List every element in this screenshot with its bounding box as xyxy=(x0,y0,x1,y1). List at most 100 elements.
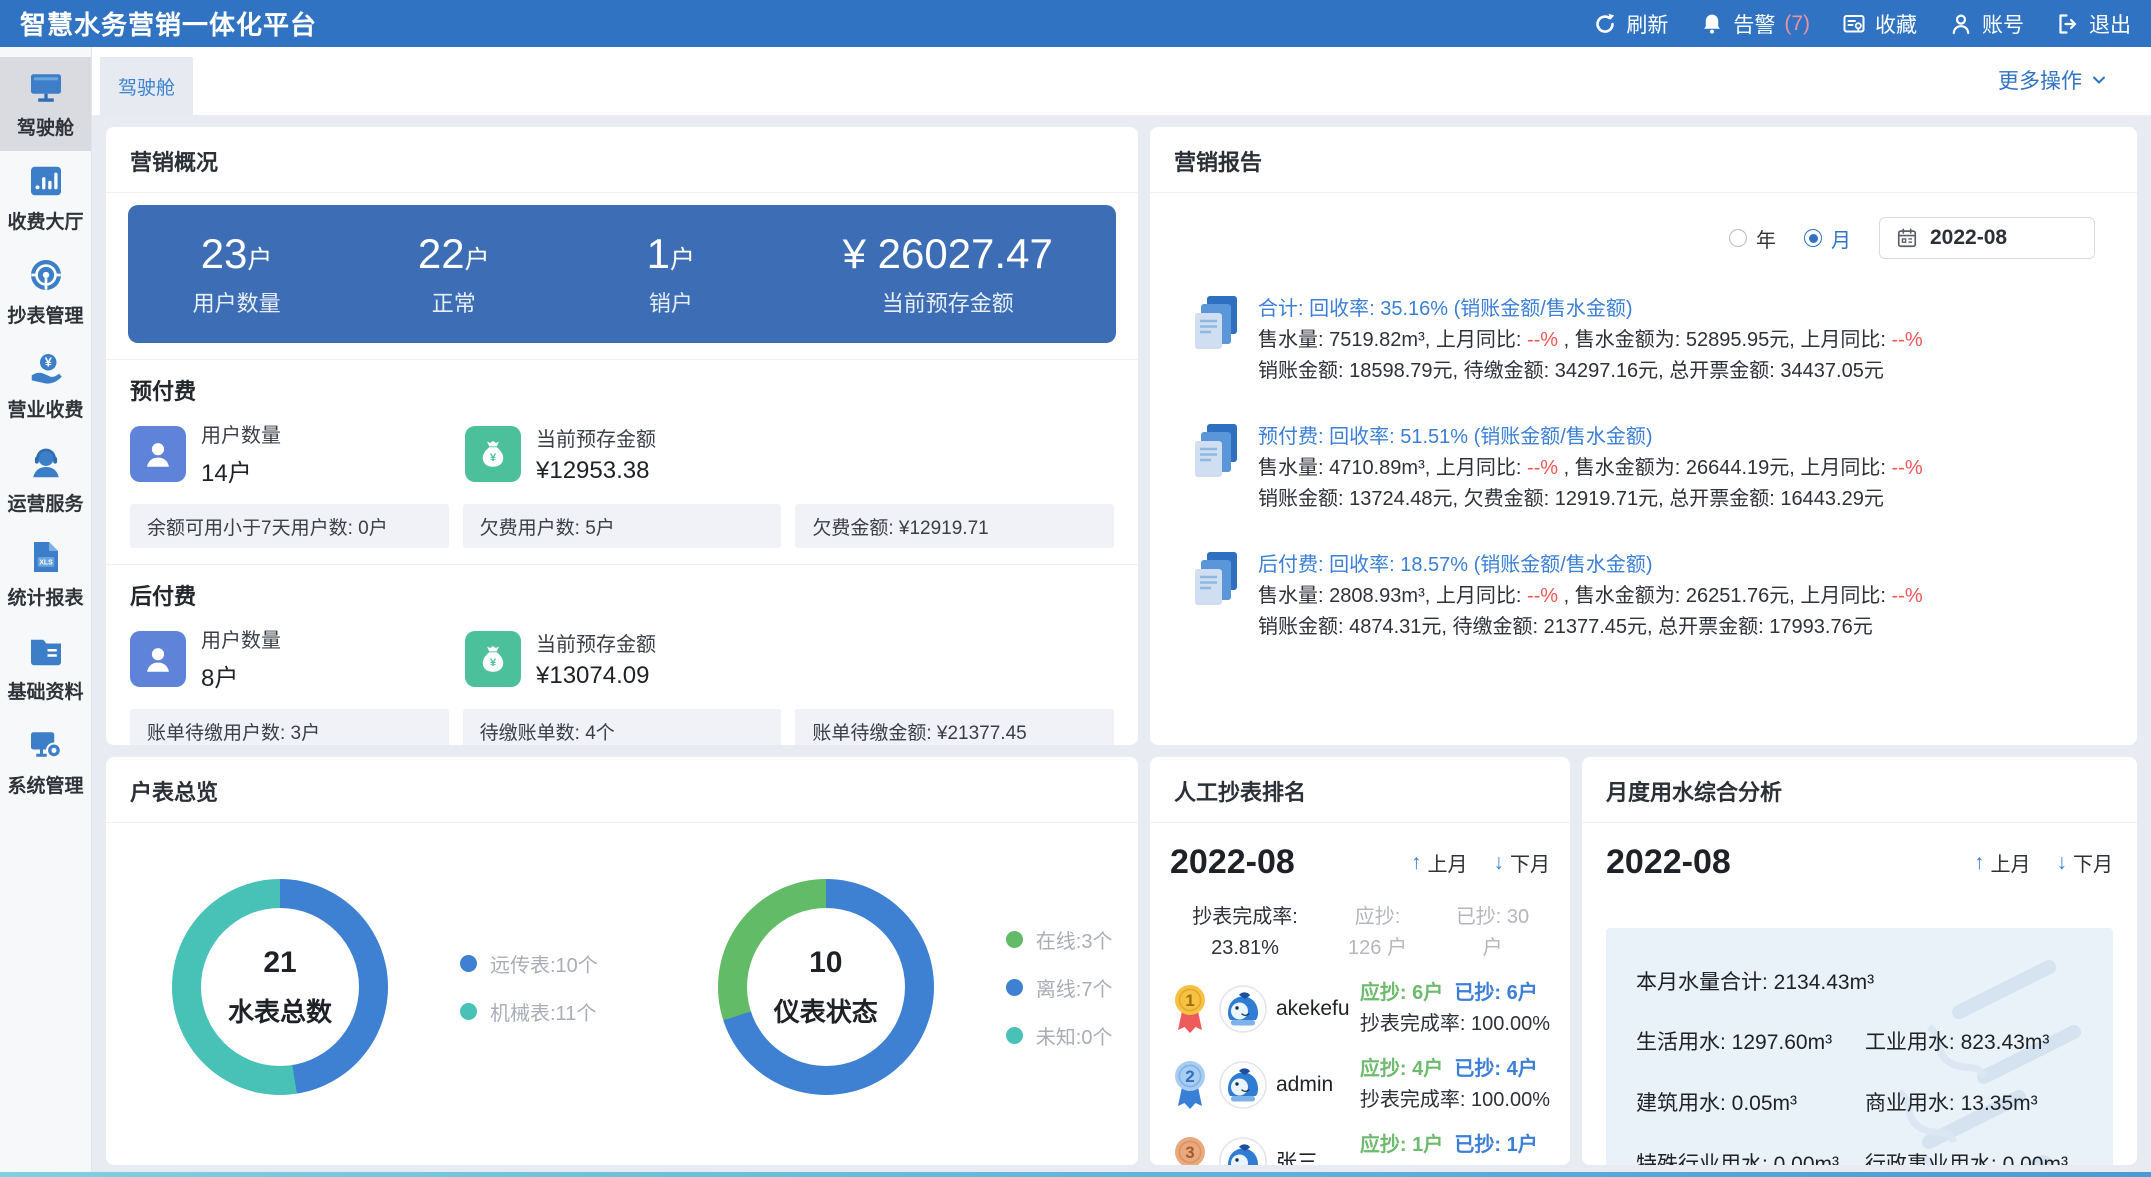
report-item-total: 合计: 回收率: 35.16% (销账金额/售水金额) 售水量: 7519.82… xyxy=(1192,294,2113,387)
mom-change: --% xyxy=(1892,585,1923,607)
radio-month[interactable]: 月 xyxy=(1804,224,1851,253)
alarm-label: 告警 xyxy=(1733,9,1775,39)
svg-text:¥: ¥ xyxy=(44,354,52,369)
next-month-button[interactable]: ↓ 下月 xyxy=(1494,848,1551,877)
mom-change: --% xyxy=(1527,585,1558,607)
monthly-total: 本月水量合计: 2134.43m³ xyxy=(1636,966,2083,996)
sidebar-item-label: 系统管理 xyxy=(7,771,83,798)
arrow-up-icon: ↑ xyxy=(1974,851,1985,875)
bell-icon xyxy=(1700,12,1724,36)
alarm-count-badge: (7) xyxy=(1784,12,1810,36)
sidebar-item-basic-data[interactable]: 基础资料 xyxy=(0,621,91,715)
favorite-label: 收藏 xyxy=(1875,9,1917,39)
date-value: 2022-08 xyxy=(1930,226,2007,250)
svg-text:¥: ¥ xyxy=(490,452,497,464)
logout-button[interactable]: 退出 xyxy=(2056,9,2131,39)
account-label: 账号 xyxy=(1982,9,2024,39)
usage-commercial: 商业用水: 13.35m³ xyxy=(1865,1087,2083,1117)
user-badge-icon xyxy=(130,631,186,687)
panel-title: 月度用水综合分析 xyxy=(1582,757,2137,823)
bookmark-icon xyxy=(1842,12,1866,36)
sidebar-item-meter-reading[interactable]: 抄表管理 xyxy=(0,245,91,339)
report-controls: 年 月 2022-08 xyxy=(1192,217,2095,259)
metric-unpaid-users: 账单待缴用户数: 3户 xyxy=(130,709,449,745)
rank-user-name: akekefu xyxy=(1276,997,1351,1021)
prepaid-stats: 用户数量 14户 ¥ 当前预存金额 ¥12953.38 xyxy=(130,419,1114,488)
rank-user-name: 张三 xyxy=(1276,1146,1351,1165)
tab-dashboard[interactable]: 驾驶舱 xyxy=(100,57,193,115)
legend-item-unknown[interactable]: 未知:0个 xyxy=(1006,1021,1113,1050)
tab-bar: 驾驶舱 更多操作 xyxy=(92,47,2151,115)
water-meter-donut-chart: 21 水表总数 xyxy=(172,879,388,1095)
postpaid-section-title: 后付费 xyxy=(130,579,1114,611)
panel-title: 户表总览 xyxy=(106,757,1138,823)
refresh-label: 刷新 xyxy=(1626,9,1668,39)
done-count: 已抄: 1户 xyxy=(1454,1134,1537,1156)
donut-total: 10 xyxy=(809,946,842,980)
radio-circle xyxy=(1804,229,1822,247)
ranking-row: 3 张三 应抄: 1户 已抄: 1户 抄表完成率: 100.00% xyxy=(1170,1130,1550,1165)
done-total: 已抄: 30 户 xyxy=(1435,902,1550,964)
date-picker[interactable]: 2022-08 xyxy=(1879,217,2095,259)
usage-special: 特殊行业用水: 0.00m³ xyxy=(1636,1148,1865,1165)
legend-item-mechanical[interactable]: 机械表:11个 xyxy=(460,997,598,1026)
metric-arrears-amount: 欠费金额: ¥12919.71 xyxy=(795,504,1114,548)
due-count: 应抄: 4户 xyxy=(1360,1058,1443,1080)
water-meter-legend: 远传表:10个 机械表:11个 xyxy=(460,949,598,1026)
sidebar-item-business-toll[interactable]: ¥ 营业收费 xyxy=(0,339,91,433)
due-count: 应抄: 6户 xyxy=(1360,982,1443,1004)
refresh-button[interactable]: 刷新 xyxy=(1593,9,1668,39)
xls-file-icon: XLS xyxy=(28,539,64,575)
rank-user-name: admin xyxy=(1276,1073,1351,1097)
favorite-button[interactable]: 收藏 xyxy=(1842,9,1917,39)
radio-year[interactable]: 年 xyxy=(1729,224,1776,253)
panel-title: 人工抄表排名 xyxy=(1150,757,1570,823)
more-actions-dropdown[interactable]: 更多操作 xyxy=(1998,65,2109,95)
account-button[interactable]: 账号 xyxy=(1949,9,2024,39)
header-actions: 刷新 告警 (7) 收藏 账号 退出 xyxy=(1593,9,2131,39)
done-count: 已抄: 4户 xyxy=(1454,1058,1537,1080)
headset-agent-icon xyxy=(28,445,64,481)
sidebar-item-operation-service[interactable]: 运营服务 xyxy=(0,433,91,527)
legend-item-online[interactable]: 在线:3个 xyxy=(1006,925,1113,954)
meter-overview-panel: 户表总览 21 水表总数 远传表:10个 机械表:11个 xyxy=(106,757,1138,1165)
svg-text:3: 3 xyxy=(1185,1143,1194,1162)
alarm-button[interactable]: 告警 (7) xyxy=(1700,9,1810,39)
prev-month-button[interactable]: ↑ 上月 xyxy=(1411,848,1468,877)
sidebar-item-system-management[interactable]: 系统管理 xyxy=(0,715,91,809)
legend-item-remote[interactable]: 远传表:10个 xyxy=(460,949,598,978)
avatar xyxy=(1219,985,1267,1033)
panel-title: 营销概况 xyxy=(106,127,1138,193)
legend-dot xyxy=(1006,1027,1023,1044)
sidebar-item-toll-hall[interactable]: 收费大厅 xyxy=(0,151,91,245)
monitor-icon xyxy=(28,69,64,105)
steering-wheel-icon xyxy=(28,257,64,293)
metric-low-balance: 余额可用小于7天用户数: 0户 xyxy=(130,504,449,548)
next-month-button[interactable]: ↓ 下月 xyxy=(2057,848,2114,877)
radio-circle xyxy=(1729,229,1747,247)
prepaid-metrics: 余额可用小于7天用户数: 0户 欠费用户数: 5户 欠费金额: ¥12919.7… xyxy=(130,504,1114,548)
sidebar-item-label: 运营服务 xyxy=(7,489,83,516)
ranking-summary: 抄表完成率:23.81% 应抄: 126 户 已抄: 30 户 xyxy=(1170,902,1550,964)
avatar xyxy=(1219,1137,1267,1165)
svg-text:1: 1 xyxy=(1185,991,1194,1010)
prev-month-button[interactable]: ↑ 上月 xyxy=(1974,848,2031,877)
postpaid-stats: 用户数量 8户 ¥ 当前预存金额 ¥13074.09 xyxy=(130,624,1114,693)
prepaid-user-stat: 用户数量 14户 xyxy=(130,419,465,488)
mom-change: --% xyxy=(1527,457,1558,479)
completion-rate: 23.81% xyxy=(1211,937,1279,959)
avatar xyxy=(1219,1061,1267,1109)
legend-item-offline[interactable]: 离线:7个 xyxy=(1006,973,1113,1002)
silver-medal-icon: 2 xyxy=(1170,1059,1210,1111)
sidebar-item-dashboard[interactable]: 驾驶舱 xyxy=(0,57,91,151)
refresh-icon xyxy=(1593,12,1617,36)
postpaid-user-stat: 用户数量 8户 xyxy=(130,624,465,693)
metric-arrears-users: 欠费用户数: 5户 xyxy=(463,504,782,548)
metric-unpaid-amount: 账单待缴金额: ¥21377.45 xyxy=(795,709,1114,745)
done-count: 已抄: 6户 xyxy=(1454,982,1537,1004)
donut-label: 仪表状态 xyxy=(774,992,878,1029)
mom-change: --% xyxy=(1892,457,1923,479)
logout-label: 退出 xyxy=(2089,9,2131,39)
ranking-row: 1 akekefu 应抄: 6户 已抄: 6户 抄表完成率: 100.00% xyxy=(1170,978,1550,1040)
sidebar-item-statistics-report[interactable]: XLS 统计报表 xyxy=(0,527,91,621)
